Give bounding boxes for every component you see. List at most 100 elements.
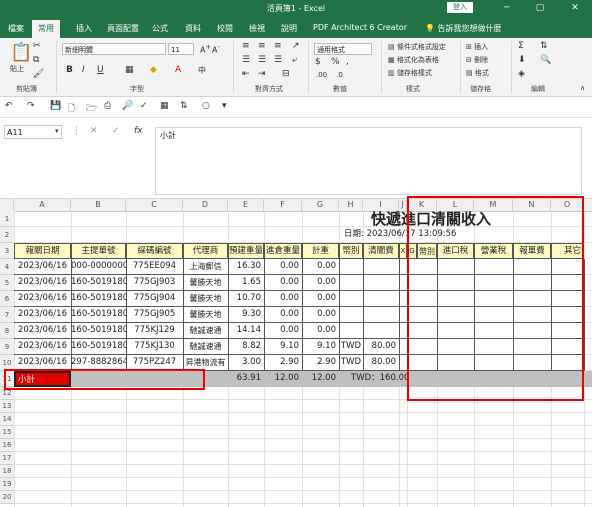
- data-cell[interactable]: 80.00: [363, 355, 400, 371]
- fill-color-icon[interactable]: ◆: [150, 65, 157, 75]
- new-icon[interactable]: 🗋: [68, 101, 75, 117]
- name-box-dropdown-icon[interactable]: ▾: [55, 127, 59, 135]
- insert-function-icon[interactable]: fx: [134, 126, 143, 136]
- wrap-text-icon[interactable]: ⤶: [292, 55, 297, 65]
- data-cell[interactable]: 10.70: [228, 291, 265, 307]
- number-format-select[interactable]: 通用格式: [314, 43, 372, 55]
- font-name-select[interactable]: 新細明體: [62, 43, 166, 55]
- data-cell[interactable]: [339, 323, 364, 339]
- confirm-entry-icon[interactable]: ✓: [112, 126, 120, 136]
- increase-indent-icon[interactable]: ⇥: [258, 69, 266, 79]
- data-cell[interactable]: 160-50191805: [71, 275, 127, 291]
- comma-icon[interactable]: ,: [346, 57, 349, 67]
- bold-icon[interactable]: B: [66, 65, 73, 75]
- row-header-14[interactable]: 14: [0, 413, 14, 426]
- data-cell[interactable]: 1.65: [228, 275, 265, 291]
- data-cell[interactable]: [363, 259, 400, 275]
- column-header-G[interactable]: G: [302, 199, 339, 211]
- data-cell[interactable]: 馳誠速通: [183, 323, 229, 339]
- row-header-15[interactable]: 15: [0, 426, 14, 439]
- data-cell[interactable]: [363, 291, 400, 307]
- tab-4[interactable]: 公式: [152, 23, 168, 34]
- row-header-19[interactable]: 19: [0, 478, 14, 491]
- cut-icon[interactable]: ✂: [33, 41, 41, 51]
- row-header-17[interactable]: 17: [0, 452, 14, 465]
- data-cell[interactable]: 8.82: [228, 339, 265, 355]
- select-all-corner[interactable]: [0, 199, 14, 211]
- header-9[interactable]: X: [399, 243, 407, 259]
- row-header-4[interactable]: 4: [0, 259, 14, 275]
- data-cell[interactable]: 160-50191805: [71, 323, 127, 339]
- print-icon[interactable]: ⎙: [104, 101, 111, 111]
- data-cell[interactable]: 2023/06/16: [14, 307, 72, 323]
- data-cell[interactable]: 160-50191805: [71, 291, 127, 307]
- paste-icon[interactable]: 📋: [10, 42, 32, 63]
- header-4[interactable]: 預建重量: [228, 243, 264, 259]
- decrease-indent-icon[interactable]: ⇤: [242, 69, 250, 79]
- data-cell[interactable]: 0.00: [264, 323, 303, 339]
- column-header-E[interactable]: E: [228, 199, 264, 211]
- collapse-ribbon-icon[interactable]: ∧: [580, 84, 585, 92]
- data-cell[interactable]: 馨勝天地: [183, 291, 229, 307]
- tab-3[interactable]: 頁面配置: [107, 23, 139, 34]
- data-cell[interactable]: 2023/06/16: [14, 275, 72, 291]
- subtotal-g[interactable]: 12.00: [302, 371, 339, 387]
- data-cell[interactable]: 9.30: [228, 307, 265, 323]
- preview-icon[interactable]: 🔎: [122, 101, 133, 111]
- data-cell[interactable]: 80.00: [363, 339, 400, 355]
- name-box[interactable]: A11: [4, 125, 62, 139]
- grow-font-icon[interactable]: A+: [200, 43, 211, 55]
- tab-7[interactable]: 檢視: [249, 23, 265, 34]
- data-cell[interactable]: 0.00: [264, 307, 303, 323]
- header-7[interactable]: 幣別: [339, 243, 363, 259]
- data-cell[interactable]: 0.00: [264, 275, 303, 291]
- data-cell[interactable]: 馳誠速通: [183, 339, 229, 355]
- data-cell[interactable]: 2.90: [264, 355, 303, 371]
- conditional-format-button[interactable]: ▤ 條件式格式設定: [388, 42, 446, 52]
- format-painter-icon[interactable]: 🖌: [33, 69, 44, 79]
- header-1[interactable]: 主提單號: [71, 243, 126, 259]
- tab-2[interactable]: 插入: [76, 23, 92, 34]
- column-header-I[interactable]: I: [363, 199, 399, 211]
- data-cell[interactable]: 0.00: [302, 259, 340, 275]
- row-header-16[interactable]: 16: [0, 439, 14, 452]
- data-cell[interactable]: 775KJ129: [126, 323, 184, 339]
- phonetic-icon[interactable]: 中: [198, 65, 206, 76]
- data-cell[interactable]: 775KJ130: [126, 339, 184, 355]
- data-cell[interactable]: [339, 307, 364, 323]
- header-5[interactable]: 進倉重量: [264, 243, 302, 259]
- data-cell[interactable]: 2023/06/16: [14, 291, 72, 307]
- accounting-icon[interactable]: $: [315, 57, 321, 67]
- data-cell[interactable]: 3.00: [228, 355, 265, 371]
- data-cell[interactable]: 上海郵信: [183, 259, 229, 275]
- row-header-7[interactable]: 7: [0, 307, 14, 323]
- format-as-table-button[interactable]: ▦ 格式化為表格: [388, 55, 439, 65]
- data-cell[interactable]: TWD: [339, 339, 364, 355]
- font-color-icon[interactable]: A: [175, 65, 181, 75]
- data-cell[interactable]: 775GJ903: [126, 275, 184, 291]
- delete-cells-button[interactable]: ⊟ 刪除: [466, 55, 488, 65]
- data-cell[interactable]: 775EE094: [126, 259, 184, 275]
- data-cell[interactable]: 14.14: [228, 323, 265, 339]
- sort-icon[interactable]: ⇅: [180, 101, 188, 111]
- subtotal-f[interactable]: 12.00: [264, 371, 302, 387]
- row-header-2[interactable]: 2: [0, 227, 14, 243]
- data-cell[interactable]: 0.00: [264, 291, 303, 307]
- tab-5[interactable]: 資料: [185, 23, 201, 34]
- subtotal-e[interactable]: 63.91: [228, 371, 264, 387]
- undo-icon[interactable]: ↶: [5, 101, 13, 111]
- open-icon[interactable]: 🗁: [86, 101, 97, 117]
- formula-input[interactable]: 小計: [155, 127, 582, 195]
- redo-icon[interactable]: ↷: [27, 101, 35, 111]
- align-right-icon[interactable]: ☰: [274, 55, 282, 65]
- underline-icon[interactable]: U: [97, 65, 104, 75]
- data-cell[interactable]: 2023/06/16: [14, 323, 72, 339]
- align-bottom-icon[interactable]: ≡: [274, 41, 282, 51]
- data-cell[interactable]: [363, 275, 400, 291]
- column-header-F[interactable]: F: [264, 199, 302, 211]
- row-header-9[interactable]: 9: [0, 339, 14, 355]
- data-cell[interactable]: 0.00: [302, 323, 340, 339]
- column-header-J[interactable]: J: [399, 199, 407, 211]
- row-header-8[interactable]: 8: [0, 323, 14, 339]
- percent-icon[interactable]: %: [331, 57, 340, 67]
